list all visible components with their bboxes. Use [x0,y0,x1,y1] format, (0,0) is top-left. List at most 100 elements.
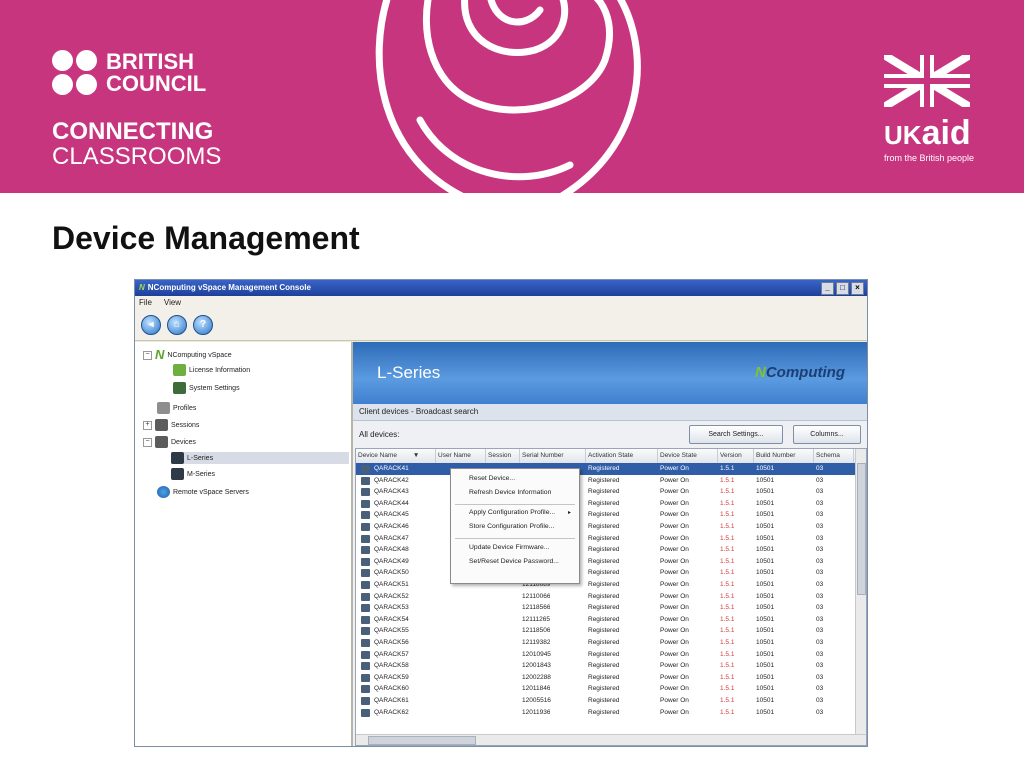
window-title: NComputing vSpace Management Console [147,283,311,292]
cell-state: Power On [660,650,689,658]
table-row[interactable]: QARACK61 12005516 Registered Power On 1.5.1 1… [356,695,856,707]
table-row[interactable]: QARACK46 Registered Power On 1.5.1 10501 03 [356,521,856,533]
cell-name: QARACK54 [374,615,409,623]
device-icon [171,468,184,480]
cell-serial: 12011936 [522,708,551,716]
table-row[interactable]: QARACK41 Registered Power On 1.5.1 10501 03 [356,463,856,475]
table-row[interactable]: QARACK54 12111265 Registered Power On 1.5.1 1… [356,614,856,626]
columns-button[interactable]: Columns... [793,425,861,444]
context-menu-item[interactable]: Store Configuration Profile... [469,523,554,530]
table-row[interactable]: QARACK48 Registered Power On 1.5.1 10501 03 [356,544,856,556]
menu-view[interactable]: View [164,296,181,310]
cell-serial: 12118566 [522,604,551,612]
table-row[interactable]: QARACK60 12011846 Registered Power On 1.5.1 1… [356,683,856,695]
device-icon [361,546,370,555]
table-row[interactable]: QARACK44 Registered Power On 1.5.1 10501 03 [356,498,856,510]
context-menu-item[interactable]: Refresh Device Information [469,489,551,496]
tree-item-devices[interactable]: − Devices [143,436,196,448]
search-settings-button[interactable]: Search Settings... [689,425,783,444]
back-icon[interactable]: ◂ [141,315,161,335]
cell-name: QARACK50 [374,569,409,577]
column-header-schema[interactable]: Schema [814,449,854,463]
cell-version: 1.5.1 [720,708,735,716]
tree-item-ncomputing-vspace[interactable]: − N NComputing vSpace [143,348,232,361]
column-header-version[interactable]: Version [718,449,754,463]
tree-item-m-series[interactable]: M-Series [171,468,215,480]
table-row[interactable]: QARACK43 Registered Power On 1.5.1 10501 03 [356,486,856,498]
minimize-button[interactable]: _ [821,282,834,295]
cell-version: 1.5.1 [720,662,735,670]
context-menu-item[interactable]: Update Device Firmware... [469,544,549,551]
close-button[interactable]: × [851,282,864,295]
table-header: Device Name ▼ User Name Session Serial N… [356,449,856,464]
column-header-device-state[interactable]: Device State [658,449,718,463]
column-header-session[interactable]: Session [486,449,520,463]
tree-item-license-information[interactable]: License Information [173,364,250,376]
app-window: N NComputing vSpace Management Console _ … [134,279,868,747]
cell-state: Power On [660,534,689,542]
tree-item-remote-vspace-servers[interactable]: Remote vSpace Servers [157,486,249,498]
vertical-scrollbar[interactable] [855,449,866,735]
series-header: L-Series NComputing [353,342,867,404]
cell-version: 1.5.1 [720,557,735,565]
cell-build: 10501 [756,465,775,472]
tree-item-profiles[interactable]: Profiles [157,402,196,414]
vertical-scroll-thumb[interactable] [857,463,866,595]
cell-activation: Registered [588,581,620,588]
tree-item-label: Devices [171,438,196,446]
table-row[interactable]: QARACK5012119400RegisteredPower On1.5.11… [356,567,856,579]
cell-state: Power On [660,488,689,496]
column-header-user-name[interactable]: User Name [436,449,486,463]
cell-version: 1.5.1 [720,465,735,472]
context-menu-item[interactable]: Reset Device... [469,475,515,482]
cell-schema: 03 [816,569,824,577]
tree-item-system-settings[interactable]: System Settings [173,382,240,394]
table-row[interactable]: QARACK59 12002288 Registered Power On 1.5.1 1… [356,672,856,684]
maximize-button[interactable]: □ [836,282,849,295]
table-row[interactable]: QARACK55 12118506 Registered Power On 1.5.1 1… [356,625,856,637]
cell-name: QARACK48 [374,546,409,554]
tree-item-label: NComputing vSpace [167,351,232,359]
table-row[interactable]: QARACK49 Registered Power On 1.5.1 10501 03 [356,556,856,568]
table-row[interactable]: QARACK53 12118566 Registered Power On 1.5.1 1… [356,602,856,614]
collapse-icon[interactable]: − [143,437,152,447]
cell-state: Power On [660,546,689,554]
column-label: Device Name [358,452,398,459]
globe-icon [157,486,170,498]
cell-version: 1.5.1 [720,673,735,681]
column-header-serial-number[interactable]: Serial Number [520,449,586,463]
table-row[interactable]: QARACK62 12011936 Registered Power On 1.5.1 1… [356,707,856,719]
cell-schema: 03 [816,511,824,519]
table-row[interactable]: QARACK57 12010945 Registered Power On 1.5.1 1… [356,649,856,661]
toolbar: ◂ ⌂ ? [135,310,867,341]
horizontal-scroll-thumb[interactable] [368,736,476,745]
table-row[interactable]: QARACK45 Registered Power On 1.5.1 10501 03 [356,509,856,521]
cell-build: 10501 [756,592,775,600]
table-row[interactable]: QARACK52 12110066 Registered Power On 1.5.1 1… [356,591,856,603]
table-row[interactable]: QARACK47 Registered Power On 1.5.1 10501 03 [356,533,856,545]
horizontal-scrollbar[interactable] [356,734,866,745]
table-row[interactable]: QARACK58 12001843 Registered Power On 1.5.1 1… [356,660,856,672]
home-icon[interactable]: ⌂ [167,315,187,335]
column-header-activation-state[interactable]: Activation State [586,449,658,463]
cell-state: Power On [660,569,689,577]
column-header-build-number[interactable]: Build Number [754,449,814,463]
expand-icon[interactable]: + [143,420,152,430]
cell-schema: 03 [816,592,824,600]
help-icon[interactable]: ? [193,315,213,335]
cell-state: Power On [660,592,689,600]
cell-version: 1.5.1 [720,639,735,646]
context-menu-item[interactable]: Set/Reset Device Password... [469,558,559,565]
tree-item-sessions[interactable]: + Sessions [143,419,199,431]
table-row[interactable]: QARACK42 Registered Power On 1.5.1 10501 03 [356,475,856,487]
tree-item-l-series[interactable]: L-Series [171,452,349,464]
cell-state: Power On [660,523,689,530]
table-row[interactable]: QARACK51 12118689 Registered Power On 1.5.1 1… [356,579,856,591]
column-header-device-name[interactable]: Device Name ▼ [356,449,436,463]
table-row[interactable]: QARACK56 12119382 Registered Power On 1.5.1 1… [356,637,856,649]
context-menu-item[interactable]: Apply Configuration Profile... [469,509,555,516]
menu-file[interactable]: File [139,296,152,310]
window-titlebar[interactable]: N NComputing vSpace Management Console _ … [135,280,867,296]
cell-state: Power On [660,604,689,612]
collapse-icon[interactable]: − [143,350,152,360]
